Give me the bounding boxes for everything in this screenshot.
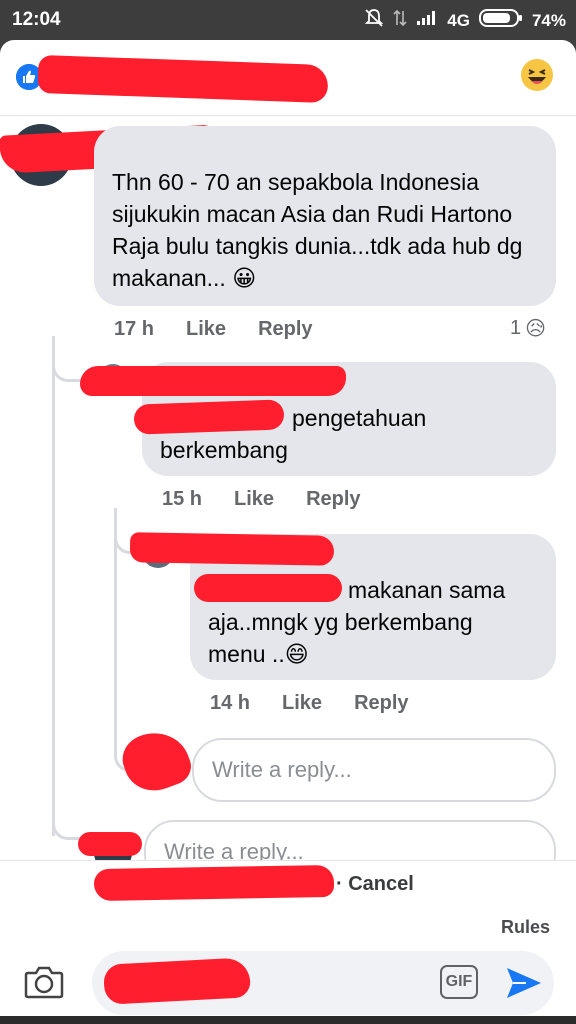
like-button[interactable]: Like (234, 488, 274, 511)
redaction-header-names (37, 54, 329, 104)
rules-link[interactable]: Rules (501, 917, 550, 938)
status-icons: 4G 74% (364, 8, 566, 33)
haha-emoji-icon (520, 58, 554, 97)
redaction-reply1-mention (133, 399, 285, 435)
thread-line-main (52, 336, 55, 836)
redaction-replying-to (93, 864, 335, 902)
comment-composer-input[interactable]: GIF (92, 951, 554, 1015)
reply-text-line: aja..mngk yg berkembang (208, 609, 473, 635)
gif-button[interactable]: GIF (440, 965, 478, 999)
like-button[interactable]: Like (282, 692, 322, 715)
redaction-avatar-scribble (78, 832, 142, 856)
reply-actions: 14 h Like Reply (210, 692, 409, 715)
cancel-button[interactable]: · Cancel (336, 873, 414, 896)
like-button[interactable]: Like (186, 318, 226, 341)
camera-icon[interactable] (24, 965, 64, 1004)
redaction-reply1-name (80, 366, 346, 396)
system-nav-bar (0, 1016, 576, 1024)
status-bar: 12:04 4G 74% (0, 0, 576, 40)
comment-time: 17 h (114, 318, 155, 340)
redaction-reply2-mention (194, 574, 342, 602)
reply-time: 15 h (162, 488, 203, 510)
reactions-header[interactable] (0, 40, 576, 116)
sad-emoji-icon: 😥 (525, 318, 546, 340)
comment-actions: 17 h Like Reply (114, 318, 313, 341)
grinning-emoji-icon: 😀 (232, 265, 257, 291)
nested-reply-input[interactable]: Write a reply... (192, 738, 556, 802)
signal-icon (416, 10, 438, 31)
battery-percent: 74% (531, 10, 566, 30)
network-type: 4G (447, 10, 470, 30)
reaction-count[interactable]: 1 😥 (510, 316, 546, 341)
redaction-composer-text (103, 957, 251, 1005)
clock: 12:04 (12, 9, 61, 30)
reply-actions: 15 h Like Reply (162, 488, 361, 511)
mute-bell-icon (364, 8, 384, 33)
reply-button[interactable]: Reply (354, 692, 408, 715)
comment-bubble: Thn 60 - 70 an sepakbola Indonesia sijuk… (94, 126, 556, 306)
bottom-composer-bar: · Cancel Rules GIF (0, 860, 576, 1024)
reply-text-line: menu ..😄 (208, 641, 309, 667)
comment-text: Thn 60 - 70 an sepakbola Indonesia sijuk… (112, 169, 523, 291)
data-transfer-icon (393, 9, 407, 32)
smiling-emoji-icon: 😄 (284, 641, 309, 667)
redaction-reply2-name (129, 532, 335, 566)
send-icon[interactable] (504, 963, 544, 1008)
battery-icon (478, 8, 523, 33)
reply-button[interactable]: Reply (306, 488, 360, 511)
reply-button[interactable]: Reply (258, 318, 312, 341)
reply-text-line: berkembang (160, 437, 288, 463)
comments-sheet: Thn 60 - 70 an sepakbola Indonesia sijuk… (0, 40, 576, 1024)
reply-time: 14 h (210, 692, 251, 714)
